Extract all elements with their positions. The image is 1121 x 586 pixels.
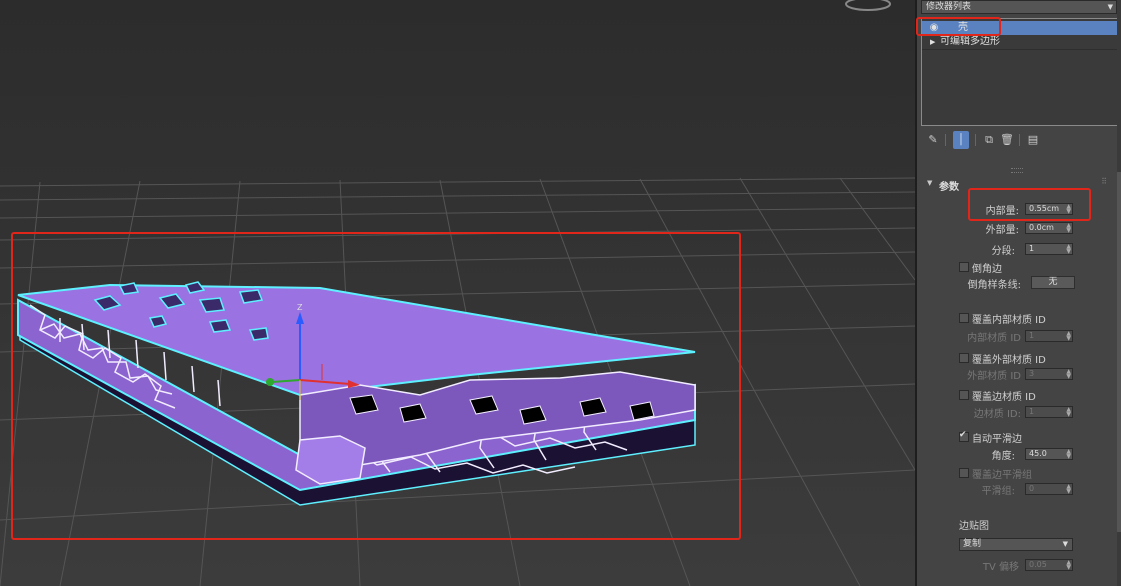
- panel-scrollbar[interactable]: [1117, 0, 1121, 586]
- edge-mapping-select[interactable]: 复制 ▼: [959, 538, 1073, 551]
- pin-stack-icon[interactable]: ✎: [925, 131, 941, 149]
- override-inner-mat-label: 覆盖内部材质 ID: [972, 315, 1046, 326]
- outer-amount-spinner[interactable]: 0.0cm ▲ ▼: [1025, 222, 1073, 234]
- modifier-list-dropdown[interactable]: 修改器列表 ▼: [921, 0, 1117, 14]
- show-end-result-icon[interactable]: ⏐: [953, 131, 969, 149]
- edge-mat-id-label: 边材质 ID:: [973, 409, 1021, 420]
- spinner-arrows-icon[interactable]: ▲ ▼: [1066, 560, 1071, 571]
- tv-offset-spinner[interactable]: 0.05 ▲ ▼: [1025, 559, 1073, 571]
- stack-item-editable-poly[interactable]: ▶ 可编辑多边形: [922, 35, 1118, 49]
- angle-label: 角度:: [991, 451, 1015, 462]
- edge-mapping-label: 边贴图: [959, 521, 989, 532]
- smooth-group-value: 0: [1029, 484, 1035, 493]
- expand-triangle-icon[interactable]: ▶: [930, 35, 935, 49]
- stack-item-label: 可编辑多边形: [940, 36, 1000, 47]
- outer-amount-label: 外部量:: [985, 225, 1019, 236]
- override-inner-mat-checkbox[interactable]: [959, 313, 969, 323]
- scrollbar-thumb[interactable]: [1117, 172, 1121, 532]
- smooth-group-spinner[interactable]: 0 ▲ ▼: [1025, 483, 1073, 495]
- chevron-down-icon: ▼: [1107, 3, 1113, 11]
- angle-value: 45.0: [1029, 449, 1047, 458]
- inner-mat-id-spinner[interactable]: 1 ▲ ▼: [1025, 330, 1073, 342]
- inner-mat-id-label: 内部材质 ID: [967, 333, 1021, 344]
- configure-sets-icon[interactable]: ▤: [1025, 131, 1041, 149]
- tv-offset-value: 0.05: [1029, 560, 1047, 569]
- modify-command-panel: 修改器列表 ▼ ◉ 壳 ▶ 可编辑多边形 ✎ ⏐ ⧉ 🗑 ▤ ▼ 参数 ⠿ 内部…: [915, 0, 1121, 586]
- outer-amount-value: 0.0cm: [1029, 223, 1054, 232]
- edge-mat-id-value: 1: [1029, 407, 1035, 416]
- spinner-arrows-icon[interactable]: ▲ ▼: [1066, 331, 1071, 342]
- override-edge-smooth-label: 覆盖边平滑组: [972, 470, 1032, 481]
- auto-smooth-label: 自动平滑边: [972, 434, 1022, 445]
- rollout-title: 参数: [939, 182, 959, 193]
- spinner-arrows-icon[interactable]: ▲ ▼: [1066, 449, 1071, 460]
- stack-selection-highlight: [916, 17, 1001, 36]
- outer-mat-id-value: 3: [1029, 369, 1035, 378]
- remove-modifier-icon[interactable]: 🗑: [999, 131, 1015, 149]
- inner-amount-highlight: [968, 188, 1091, 221]
- tv-offset-label: TV 偏移: [982, 562, 1019, 573]
- outer-mat-id-label: 外部材质 ID: [967, 371, 1021, 382]
- override-edge-smooth-checkbox[interactable]: [959, 468, 969, 478]
- edge-mapping-value: 复制: [963, 539, 982, 549]
- override-outer-mat-label: 覆盖外部材质 ID: [972, 355, 1046, 366]
- toolbar-separator: [945, 134, 946, 146]
- bevel-edges-label: 倒角边: [972, 264, 1002, 275]
- spinner-arrows-icon[interactable]: ▲ ▼: [1066, 244, 1071, 255]
- make-unique-icon[interactable]: ⧉: [981, 131, 997, 149]
- spinner-arrows-icon[interactable]: ▲ ▼: [1066, 484, 1071, 495]
- override-outer-mat-checkbox[interactable]: [959, 353, 969, 363]
- mesh-highlight-box: [11, 232, 741, 540]
- bevel-spline-label: 倒角样条线:: [967, 280, 1021, 291]
- segments-label: 分段:: [991, 246, 1015, 257]
- chevron-down-icon: ▼: [1062, 540, 1068, 548]
- panel-resize-grip[interactable]: [1011, 168, 1023, 173]
- smooth-group-label: 平滑组:: [981, 486, 1015, 497]
- toolbar-separator: [1019, 134, 1020, 146]
- override-edge-mat-label: 覆盖边材质 ID: [972, 392, 1036, 403]
- bevel-spline-button[interactable]: 无: [1031, 276, 1075, 289]
- segments-value: 1: [1029, 244, 1035, 253]
- collapse-triangle-icon: ▼: [927, 179, 933, 187]
- stack-toolbar: ✎ ⏐ ⧉ 🗑 ▤: [925, 131, 1115, 149]
- modifier-list-label: 修改器列表: [926, 2, 972, 12]
- stack-divider: [922, 49, 1118, 50]
- toolbar-separator: [975, 134, 976, 146]
- segments-spinner[interactable]: 1 ▲ ▼: [1025, 243, 1073, 255]
- angle-spinner[interactable]: 45.0 ▲ ▼: [1025, 448, 1073, 460]
- spinner-arrows-icon[interactable]: ▲ ▼: [1066, 369, 1071, 380]
- outer-mat-id-spinner[interactable]: 3 ▲ ▼: [1025, 368, 1073, 380]
- override-edge-mat-checkbox[interactable]: [959, 390, 969, 400]
- spinner-arrows-icon[interactable]: ▲ ▼: [1066, 407, 1071, 418]
- edge-mat-id-spinner[interactable]: 1 ▲ ▼: [1025, 406, 1073, 418]
- auto-smooth-checkbox[interactable]: [959, 430, 969, 442]
- spinner-arrows-icon[interactable]: ▲ ▼: [1066, 223, 1071, 234]
- perspective-viewport[interactable]: Z: [0, 0, 915, 586]
- bevel-edges-checkbox[interactable]: [959, 262, 969, 272]
- inner-mat-id-value: 1: [1029, 331, 1035, 340]
- rollout-pin-icon: ⠿: [1101, 177, 1107, 186]
